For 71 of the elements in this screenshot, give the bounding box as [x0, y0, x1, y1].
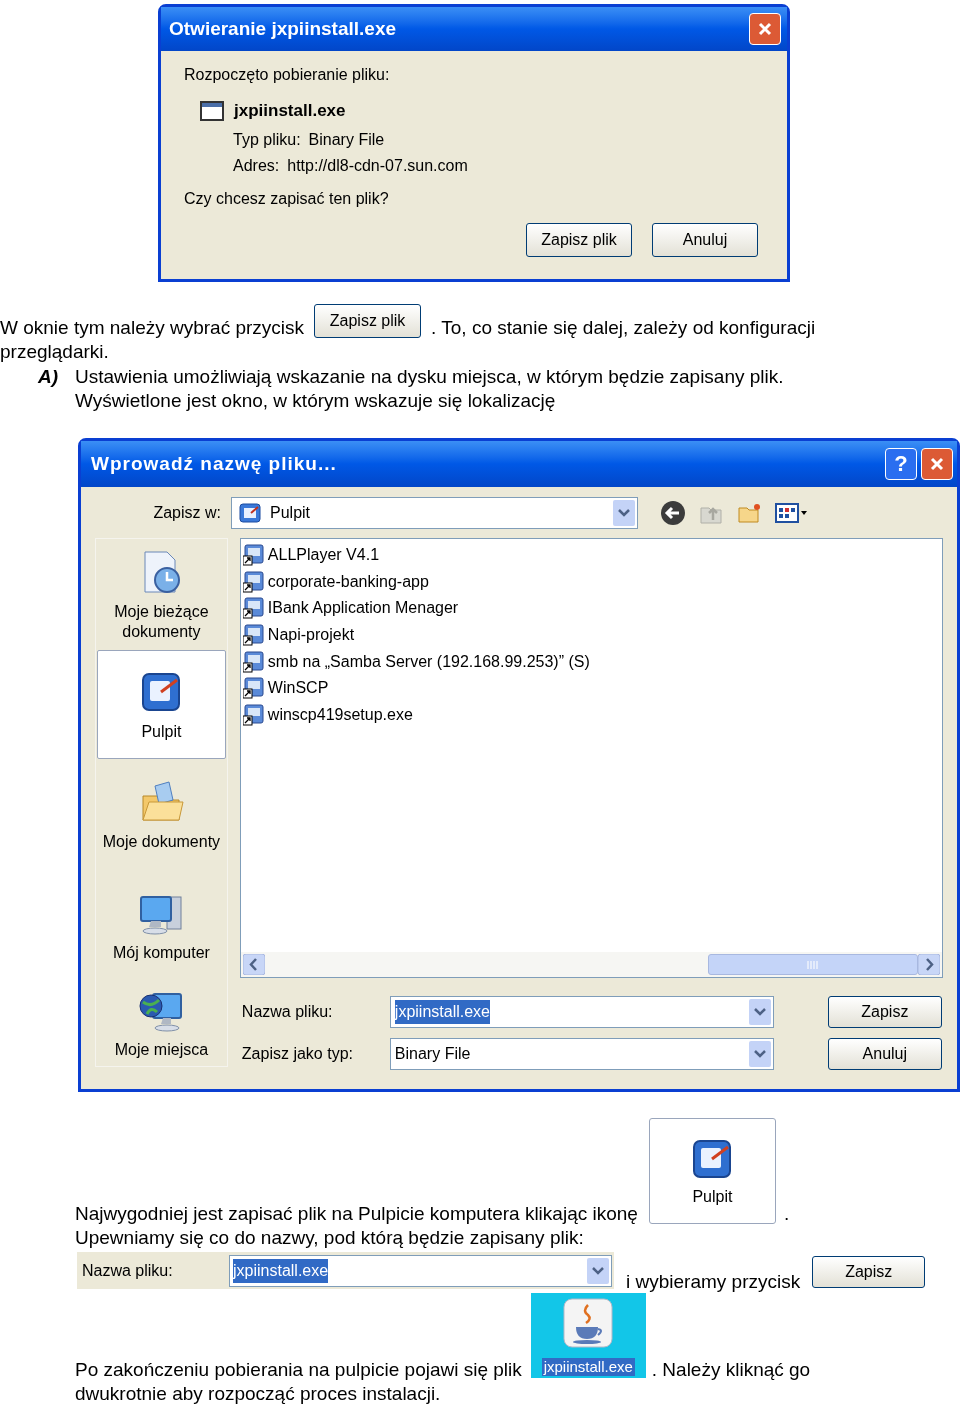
dialog-button[interactable]: Zapisz	[827, 996, 942, 1028]
shortcut-icon[interactable]	[242, 677, 265, 700]
field-label: Zapisz jako typ:	[240, 1044, 354, 1064]
shortcut-icon[interactable]	[242, 544, 265, 567]
places-item[interactable]: Moje miejsca	[97, 981, 226, 1065]
dialog-button[interactable]: Zapisz plik	[526, 223, 632, 257]
field-value: http://dl8-cdn-07.sun.com	[287, 156, 468, 176]
places-item[interactable]: Mój komputer	[97, 870, 226, 981]
dialog-text: Rozpoczęto pobieranie pliku:	[184, 65, 391, 85]
body-text: przeglądarki.	[0, 340, 110, 364]
list-marker: A)	[37, 365, 60, 389]
close-icon	[757, 21, 773, 37]
body-text: Najwygodniej jest zapisać plik na Pulpicie komputera klikając ikonę	[75, 1202, 638, 1226]
field-label: Zapisz w:	[152, 503, 222, 523]
window-title: Wprowadź nazwę pliku...	[91, 451, 337, 476]
window-title: Otwieranie jxpiinstall.exe	[169, 16, 397, 41]
body-text: W oknie tym należy wybrać przycisk	[0, 317, 305, 338]
body-text: Upewniamy się co do nazwy, pod którą będzie zapisany plik:	[74, 1226, 585, 1250]
file-item[interactable]: winscp419setup.exe	[267, 702, 413, 727]
file-item[interactable]: WinSCP	[267, 676, 329, 701]
body-text: .	[783, 1202, 790, 1226]
horizontal-scrollbar[interactable]	[240, 952, 942, 977]
dropdown-field[interactable]: Binary File	[389, 1038, 774, 1070]
file-item[interactable]: corporate-banking-app	[267, 569, 429, 594]
dropdown-field: jxpiinstall.exe	[229, 1254, 612, 1287]
body-text: . To, co stanie się dalej, zależy od konfiguracji	[431, 317, 816, 338]
scroll-left-icon[interactable]	[242, 954, 265, 975]
file-item[interactable]: IBank Application Menager	[267, 596, 459, 621]
shortcut-icon[interactable]	[242, 624, 265, 647]
body-text: Ustawienia umożliwiają wskazanie na dysku miejsca, w którym będzie zapisany plik. Wyświetlone jest okno, w którym wskazuje się lokalizację	[75, 365, 785, 413]
field-label: Typ pliku:	[233, 130, 301, 150]
body-text: i wybieramy przycisk	[626, 1270, 801, 1294]
dropdown-field[interactable]: jxpiinstall.exe	[389, 996, 774, 1028]
places-item[interactable]: Pulpit	[97, 650, 226, 759]
field-label: Nazwa pliku:	[82, 1260, 174, 1281]
close-button[interactable]	[749, 13, 781, 45]
field-value: Binary File	[308, 130, 385, 150]
shortcut-icon[interactable]	[242, 597, 265, 620]
file-item[interactable]: Napi-projekt	[267, 623, 355, 648]
places-item[interactable]: Moje bieżące dokumenty	[97, 539, 226, 650]
back-icon[interactable]	[660, 500, 686, 526]
file-item[interactable]: ALLPlayer V4.1	[267, 543, 380, 568]
location-dropdown[interactable]: Pulpit	[231, 497, 638, 529]
field-label: Adres:	[233, 156, 280, 176]
dropdown-value: Pulpit	[270, 503, 311, 523]
close-icon	[929, 456, 945, 472]
desktop-icon	[238, 501, 262, 525]
body-text: . Należy kliknąć go	[651, 1358, 811, 1382]
file-name: jxpiinstall.exe	[234, 101, 346, 121]
shortcut-icon[interactable]	[242, 570, 265, 593]
places-item[interactable]: Moje dokumenty	[97, 759, 226, 870]
scroll-right-icon[interactable]	[918, 954, 940, 975]
save-button-image: Zapisz	[812, 1256, 926, 1288]
close-button[interactable]	[921, 448, 953, 480]
field-label: Nazwa pliku:	[240, 1002, 334, 1022]
body-text: dwukrotnie aby rozpocząć proces instalacji.	[74, 1382, 442, 1406]
dialog-button[interactable]: Anuluj	[827, 1038, 942, 1070]
window-icon	[200, 101, 224, 121]
desktop-shortcut: Pulpit	[648, 1118, 776, 1224]
file-item[interactable]: smb na „Samba Server (192.168.99.253)” (S)	[267, 649, 590, 674]
shortcut-icon[interactable]	[242, 703, 265, 726]
shortcut-icon[interactable]	[242, 650, 265, 673]
coffee-cup-icon	[562, 1297, 615, 1349]
grip-icon	[807, 960, 819, 969]
dialog-button[interactable]: Anuluj	[652, 223, 758, 257]
scrollbar-thumb[interactable]	[708, 954, 918, 975]
help-button[interactable]: ?	[885, 448, 917, 480]
dialog-text: Czy chcesz zapisać ten plik?	[184, 189, 390, 209]
view-menu-icon[interactable]	[774, 500, 808, 526]
desktop-file-shortcut: jxpiinstall.exe	[530, 1293, 646, 1378]
body-text: Po zakończeniu pobierania na pulpicie pojawi się plik	[75, 1358, 522, 1382]
